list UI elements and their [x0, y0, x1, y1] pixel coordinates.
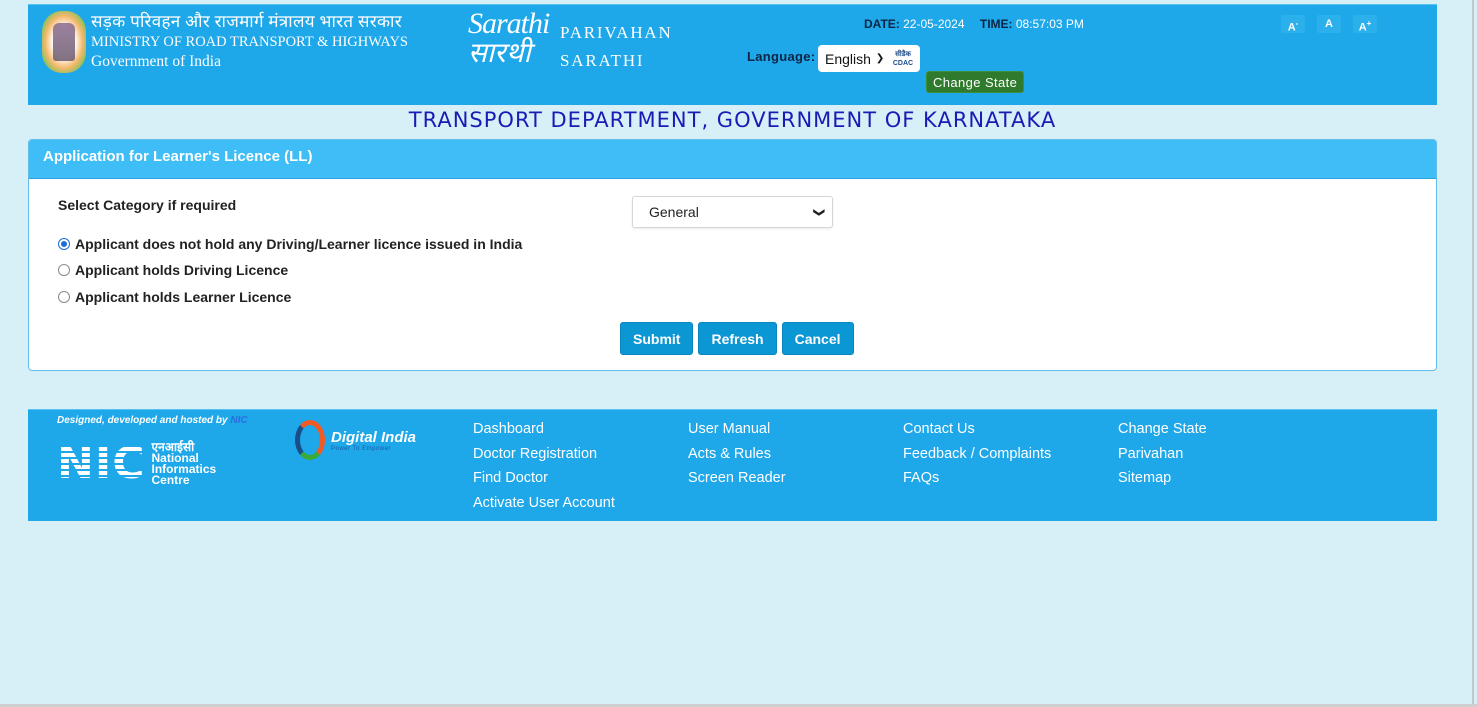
nic-logo: NIC एनआईसी National Informatics Centre	[57, 441, 216, 487]
digital-india-logo: Digital India Power To Empower	[291, 418, 416, 462]
radio-label: Applicant does not hold any Driving/Lear…	[75, 236, 523, 252]
footer-link-dashboard[interactable]: Dashboard	[473, 417, 615, 442]
site-header: सड़क परिवहन और राजमार्ग मंत्रालय भारत सर…	[28, 4, 1437, 105]
panel-title: Application for Learner's Licence (LL)	[29, 140, 1436, 179]
category-selected: General	[649, 204, 699, 220]
national-emblem-icon	[42, 11, 86, 73]
cdac-hindi: सीडैक	[895, 50, 911, 58]
cdac-label: CDAC	[892, 59, 914, 67]
digital-india-title: Digital India	[331, 428, 417, 446]
footer-link-sitemap[interactable]: Sitemap	[1118, 466, 1207, 491]
footer-link-find-doctor[interactable]: Find Doctor	[473, 466, 615, 491]
radio-holds-learner-licence[interactable]: Applicant holds Learner Licence	[58, 289, 291, 305]
designed-by-text: Designed, developed and hosted by NIC	[57, 415, 248, 426]
date-value: 22-05-2024	[903, 17, 965, 31]
footer-link-screen-reader[interactable]: Screen Reader	[688, 466, 786, 491]
date-time-display: DATE: 22-05-2024 TIME: 08:57:03 PM	[864, 17, 1096, 31]
radio-label: Applicant holds Learner Licence	[75, 289, 292, 305]
ministry-english: MINISTRY OF ROAD TRANSPORT & HIGHWAYS	[91, 34, 408, 50]
radio-no-licence[interactable]: Applicant does not hold any Driving/Lear…	[58, 236, 522, 252]
radio-button[interactable]	[58, 238, 70, 250]
nic-link[interactable]: NIC	[230, 415, 247, 426]
radio-holds-driving-licence[interactable]: Applicant holds Driving Licence	[58, 262, 288, 278]
cdac-logo: सीडैक CDAC	[890, 48, 916, 70]
nic-letters: NIC	[57, 438, 146, 489]
date-label: DATE:	[864, 17, 900, 31]
footer-link-change-state[interactable]: Change State	[1118, 417, 1207, 442]
ministry-branding: सड़क परिवहन और राजमार्ग मंत्रालय भारत सर…	[91, 11, 408, 72]
change-state-button[interactable]: Change State	[926, 71, 1025, 93]
font-size-controls: A- A A+	[1281, 15, 1377, 34]
footer-link-faqs[interactable]: FAQs	[903, 466, 1051, 491]
language-selected: English	[825, 50, 871, 67]
parivahan-sarathi-title: PARIVAHAN SARATHI	[560, 19, 673, 75]
category-label: Select Category if required	[58, 197, 237, 213]
chevron-down-icon: ❯	[812, 207, 825, 217]
parivahan-label: PARIVAHAN	[560, 23, 673, 42]
submit-button[interactable]: Submit	[620, 322, 694, 355]
footer-column-4: Change State Parivahan Sitemap	[1118, 417, 1207, 491]
language-label: Language:	[747, 49, 816, 64]
learner-licence-form: Application for Learner's Licence (LL) S…	[28, 139, 1437, 371]
font-normal-button[interactable]: A	[1317, 15, 1341, 33]
footer-column-3: Contact Us Feedback / Complaints FAQs	[903, 417, 1051, 491]
sarathi-logo: Sarathi सारथी	[468, 9, 554, 73]
font-decrease-button[interactable]: A-	[1281, 15, 1305, 34]
department-title: TRANSPORT DEPARTMENT, GOVERNMENT OF KARN…	[408, 108, 1057, 132]
sarathi-logo-english: Sarathi	[468, 7, 550, 40]
cancel-button[interactable]: Cancel	[781, 322, 854, 355]
font-increase-button[interactable]: A+	[1353, 15, 1377, 34]
ministry-hindi: सड़क परिवहन और राजमार्ग मंत्रालय भारत सर…	[91, 12, 403, 31]
footer-column-1: Dashboard Doctor Registration Find Docto…	[473, 417, 615, 515]
chevron-down-icon: ❯	[875, 53, 885, 64]
sarathi-logo-hindi: सारथी	[468, 38, 531, 69]
footer-link-feedback[interactable]: Feedback / Complaints	[903, 442, 1051, 467]
radio-button[interactable]	[58, 291, 70, 303]
radio-label: Applicant holds Driving Licence	[75, 262, 289, 278]
government-label: Government of India	[91, 53, 221, 70]
nic-text: एनआईसी National Informatics Centre	[151, 440, 217, 487]
site-footer: Designed, developed and hosted by NIC NI…	[28, 409, 1437, 521]
footer-link-user-manual[interactable]: User Manual	[688, 417, 786, 442]
sarathi-label: SARATHI	[560, 51, 645, 70]
language-select[interactable]: English ❯	[818, 51, 890, 67]
footer-link-activate-user-account[interactable]: Activate User Account	[473, 491, 615, 516]
digital-india-tagline: Power To Empower	[331, 445, 391, 452]
category-select[interactable]: General ❯	[632, 196, 833, 228]
footer-link-parivahan[interactable]: Parivahan	[1118, 442, 1207, 467]
footer-column-2: User Manual Acts & Rules Screen Reader	[688, 417, 786, 491]
refresh-button[interactable]: Refresh	[698, 322, 777, 355]
window-edge	[1472, 0, 1474, 707]
radio-button[interactable]	[58, 264, 70, 276]
time-value: 08:57:03 PM	[1015, 17, 1084, 31]
language-box: English ❯ सीडैक CDAC	[818, 45, 920, 72]
footer-link-doctor-registration[interactable]: Doctor Registration	[473, 442, 615, 467]
footer-link-contact-us[interactable]: Contact Us	[903, 417, 1051, 442]
digital-india-icon	[291, 418, 327, 462]
time-label: TIME:	[979, 17, 1013, 31]
footer-link-acts-rules[interactable]: Acts & Rules	[688, 442, 786, 467]
form-actions: Submit Refresh Cancel	[620, 322, 854, 355]
